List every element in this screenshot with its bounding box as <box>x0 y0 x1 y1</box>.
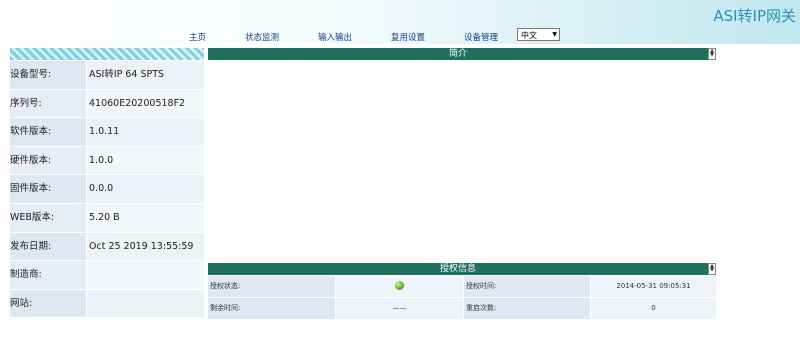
auth-row: 剩余时间: —— 重启次数: 0 <box>208 298 716 319</box>
restart-count-value: 0 <box>591 298 716 319</box>
intro-content <box>208 60 716 260</box>
nav-item-status-monitor[interactable]: 状态监测 <box>245 31 279 43</box>
info-label: 网站: <box>10 289 86 318</box>
remaining-time-label: 剩余时间: <box>208 298 335 319</box>
info-row-serial: 序列号: 41060E20200518F2 <box>10 89 204 119</box>
info-value <box>87 261 204 289</box>
info-label: 软件版本: <box>10 118 86 146</box>
info-row-hardware-version: 硬件版本: 1.0.0 <box>10 146 204 176</box>
header-banner: ASI转IP网关 主页 状态监测 输入输出 复用设置 设备管理 中文 ▼ <box>0 0 800 44</box>
info-row-model: 设备型号: ASI转IP 64 SPTS <box>10 61 204 90</box>
info-row-web-version: WEB版本: 5.20 B <box>10 203 204 233</box>
nav-item-device-management[interactable]: 设备管理 <box>464 31 498 43</box>
info-label: 序列号: <box>10 89 86 118</box>
language-select[interactable]: 中文 ▼ <box>517 28 560 41</box>
info-value <box>87 289 204 318</box>
brand-title: ASI转IP网关 <box>713 7 796 25</box>
info-label: 制造商: <box>10 261 86 289</box>
nav-item-mux-settings[interactable]: 复用设置 <box>391 31 425 43</box>
language-select-value: 中文 <box>521 31 537 40</box>
info-value: 1.0.11 <box>87 118 204 146</box>
nav-item-input-output[interactable]: 输入输出 <box>318 31 352 43</box>
info-row-website: 网站: <box>10 289 204 319</box>
info-row-software-version: 软件版本: 1.0.11 <box>10 118 204 147</box>
auth-section-title: 授权信息 <box>208 263 708 275</box>
info-value: ASI转IP 64 SPTS <box>87 61 204 89</box>
auth-row: 授权状态: 授权时间: 2014-05-31 09:05:31 <box>208 276 716 297</box>
restart-count-label: 重启次数: <box>464 298 590 319</box>
info-value: 1.0.0 <box>87 146 204 175</box>
auth-time-value: 2014-05-31 09:05:31 <box>591 276 716 297</box>
auth-time-label: 授权时间: <box>464 276 590 297</box>
auth-info-table: 授权状态: 授权时间: 2014-05-31 09:05:31 剩余时间: ——… <box>208 276 716 320</box>
dropdown-arrow-icon: ▼ <box>552 31 557 38</box>
info-value: 5.20 B <box>87 203 204 232</box>
intro-section-title: 简介 <box>208 48 708 60</box>
auth-collapse-toggle-icon[interactable]: ▲ ▼ <box>708 263 716 275</box>
info-label: WEB版本: <box>10 203 86 232</box>
info-value: 0.0.0 <box>87 175 204 203</box>
info-label: 固件版本: <box>10 175 86 203</box>
nav-item-home[interactable]: 主页 <box>189 31 206 43</box>
info-label: 设备型号: <box>10 61 86 89</box>
auth-status-label: 授权状态: <box>208 276 335 297</box>
info-row-manufacturer: 制造商: <box>10 261 204 290</box>
remaining-time-value: —— <box>336 298 463 319</box>
info-value: 41060E20200518F2 <box>87 89 204 118</box>
status-indicator-icon <box>395 280 404 290</box>
device-info-table: 设备型号: ASI转IP 64 SPTS 序列号: 41060E20200518… <box>10 61 204 318</box>
info-label: 发布日期: <box>10 232 86 261</box>
info-row-release-date: 发布日期: Oct 25 2019 13:55:59 <box>10 232 204 262</box>
info-label: 硬件版本: <box>10 146 86 175</box>
info-row-firmware-version: 固件版本: 0.0.0 <box>10 175 204 204</box>
intro-collapse-toggle-icon[interactable]: ▲ ▼ <box>708 48 716 60</box>
auth-status-value <box>336 276 463 297</box>
info-panel-header <box>10 48 204 60</box>
info-value: Oct 25 2019 13:55:59 <box>87 232 204 261</box>
